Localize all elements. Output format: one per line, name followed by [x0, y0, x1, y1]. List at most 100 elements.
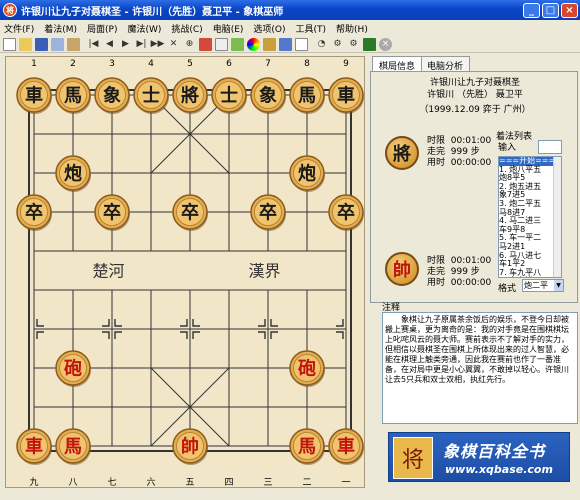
bottom-file-label: 二 — [302, 478, 311, 488]
play-icon[interactable]: ▶ — [119, 38, 132, 51]
move-list-scrollbar[interactable] — [553, 157, 561, 277]
piece-label: 士 — [142, 86, 160, 107]
bottom-file-label: 四 — [224, 478, 233, 488]
black-piece[interactable]: 卒 — [328, 194, 364, 231]
bottom-file-label: 八 — [68, 478, 77, 488]
color-icon[interactable] — [247, 37, 260, 51]
black-moves-value: 999 步 — [450, 147, 480, 157]
menu-options[interactable]: 选项(O) — [253, 22, 285, 35]
red-player-info: 时限 00:01:00 走完 999 步 用时 00:00:00 — [427, 256, 491, 289]
black-piece[interactable]: 將 — [172, 77, 208, 114]
banner-title: 象棋百科全书 — [443, 442, 546, 461]
stop-icon[interactable]: × — [379, 37, 392, 51]
next-icon[interactable]: ▶| — [135, 38, 148, 51]
black-used-label: 用时 — [427, 158, 446, 168]
menu-challenge[interactable]: 挑战(C) — [171, 22, 202, 35]
doc-icon[interactable] — [215, 37, 228, 51]
book-icon[interactable] — [295, 37, 308, 51]
black-piece[interactable]: 車 — [16, 77, 52, 114]
menu-position[interactable]: 局面(P) — [87, 22, 117, 35]
piece-label: 炮 — [298, 163, 316, 185]
black-piece[interactable]: 卒 — [94, 194, 130, 231]
position-mark — [102, 319, 110, 327]
tab-engine-analysis[interactable]: 电脑分析 — [420, 56, 471, 72]
open-icon[interactable] — [19, 37, 32, 51]
black-piece[interactable]: 卒 — [250, 194, 286, 231]
black-piece[interactable]: 炮 — [55, 155, 91, 192]
black-piece[interactable]: 士 — [133, 77, 169, 114]
black-piece[interactable]: 卒 — [172, 194, 208, 231]
format-select[interactable]: 炮二平 ▼ — [522, 279, 564, 292]
cut-icon[interactable]: ✕ — [167, 38, 180, 51]
lock-icon[interactable] — [263, 37, 276, 51]
format-label: 格式 — [498, 284, 517, 294]
position-mark — [114, 319, 122, 327]
river-right-label: 漢界 — [249, 262, 281, 281]
xqbase-banner[interactable]: 将 象棋百科全书 www.xqbase.com — [388, 432, 570, 482]
flip-icon[interactable] — [279, 37, 292, 51]
close-button[interactable]: × — [561, 2, 578, 18]
monitor-icon[interactable] — [363, 37, 376, 51]
red-piece[interactable]: 馬 — [55, 428, 91, 465]
first-move-icon[interactable]: |◀ — [87, 38, 100, 51]
engine-icon[interactable]: ⚙ — [331, 38, 344, 51]
red-piece[interactable]: 帥 — [172, 428, 208, 465]
black-piece[interactable]: 車 — [328, 77, 364, 114]
copy-icon[interactable] — [51, 37, 64, 51]
red-piece[interactable]: 車 — [16, 428, 52, 465]
move-list-item[interactable]: 8. 车六进八 — [499, 277, 541, 278]
note-textarea[interactable]: 象棋让九子原属茶余饭后的娱乐，不登今日却被搬上赛桌，更为离奇的是：我的对手竟是在… — [382, 312, 578, 424]
last-move-icon[interactable]: ▶▶ — [151, 38, 165, 51]
chess-board[interactable]: 楚河 漢界1 2 3 4 5 6 7 8 9九八七六五四三二一 車馬象士將士象馬車炮 炮卒卒卒卒卒砲… — [6, 57, 366, 489]
red-piece[interactable]: 車 — [328, 428, 364, 465]
menu-file[interactable]: 文件(F) — [4, 22, 34, 35]
top-file-label: 3 — [109, 59, 115, 69]
black-piece[interactable]: 象 — [250, 77, 286, 114]
maximize-button[interactable]: □ — [542, 2, 559, 18]
paste-icon[interactable] — [67, 37, 80, 51]
red-piece[interactable]: 砲 — [55, 350, 91, 387]
red-used-value: 00:00:00 — [450, 278, 492, 288]
toolbar: |◀ ◀ ▶ ▶| ▶▶ ✕ ⊕ ◔ ⚙ ⚙ × — [0, 36, 580, 53]
black-piece[interactable]: 卒 — [16, 194, 52, 231]
menu-computer[interactable]: 电脑(E) — [213, 22, 244, 35]
new-icon[interactable] — [3, 37, 16, 51]
black-piece[interactable]: 炮 — [289, 155, 325, 192]
search-icon[interactable]: ⊕ — [183, 38, 196, 51]
black-piece[interactable]: 馬 — [289, 77, 325, 114]
piece-label: 帥 — [181, 436, 199, 458]
red-moves-value: 999 步 — [450, 267, 480, 277]
menu-help[interactable]: 帮助(H) — [336, 22, 368, 35]
red-piece[interactable]: 砲 — [289, 350, 325, 387]
chevron-down-icon[interactable]: ▼ — [554, 280, 563, 291]
save-icon[interactable] — [35, 37, 48, 51]
game-date-place: （1999.12.09 弈于 广州） — [419, 105, 531, 115]
menu-tools[interactable]: 工具(T) — [296, 22, 327, 35]
clock-icon[interactable]: ◔ — [315, 38, 328, 51]
menu-moves[interactable]: 着法(M) — [44, 22, 77, 35]
minimize-button[interactable]: _ — [523, 2, 540, 18]
black-moves-label: 走完 — [427, 147, 446, 157]
move-list[interactable]: ===开始=== 1. 炮八平五 炮8平5 2. 炮五进五 象7进5 3. 炮二平五 … — [498, 156, 562, 278]
black-piece[interactable]: 馬 — [55, 77, 91, 114]
grid-icon[interactable] — [231, 37, 244, 51]
tab-game-info[interactable]: 棋局信息 — [372, 56, 423, 72]
position-mark — [336, 319, 344, 327]
menu-magic[interactable]: 魔法(W) — [127, 22, 161, 35]
move-input[interactable] — [538, 140, 562, 154]
position-mark — [258, 319, 266, 327]
piece-label: 卒 — [337, 202, 355, 224]
black-piece[interactable]: 士 — [211, 77, 247, 114]
hint-icon[interactable]: ⚙ — [347, 38, 360, 51]
position-mark — [336, 331, 344, 339]
position-mark — [180, 331, 188, 339]
position-mark — [192, 331, 200, 339]
piece-label: 馬 — [298, 437, 316, 458]
banner-url[interactable]: www.xqbase.com — [445, 463, 553, 476]
board-icon[interactable] — [199, 37, 212, 51]
top-file-label: 6 — [226, 59, 232, 69]
top-file-label: 7 — [265, 59, 271, 69]
black-piece[interactable]: 象 — [94, 77, 130, 114]
prev-icon[interactable]: ◀ — [103, 38, 116, 51]
red-piece[interactable]: 馬 — [289, 428, 325, 465]
